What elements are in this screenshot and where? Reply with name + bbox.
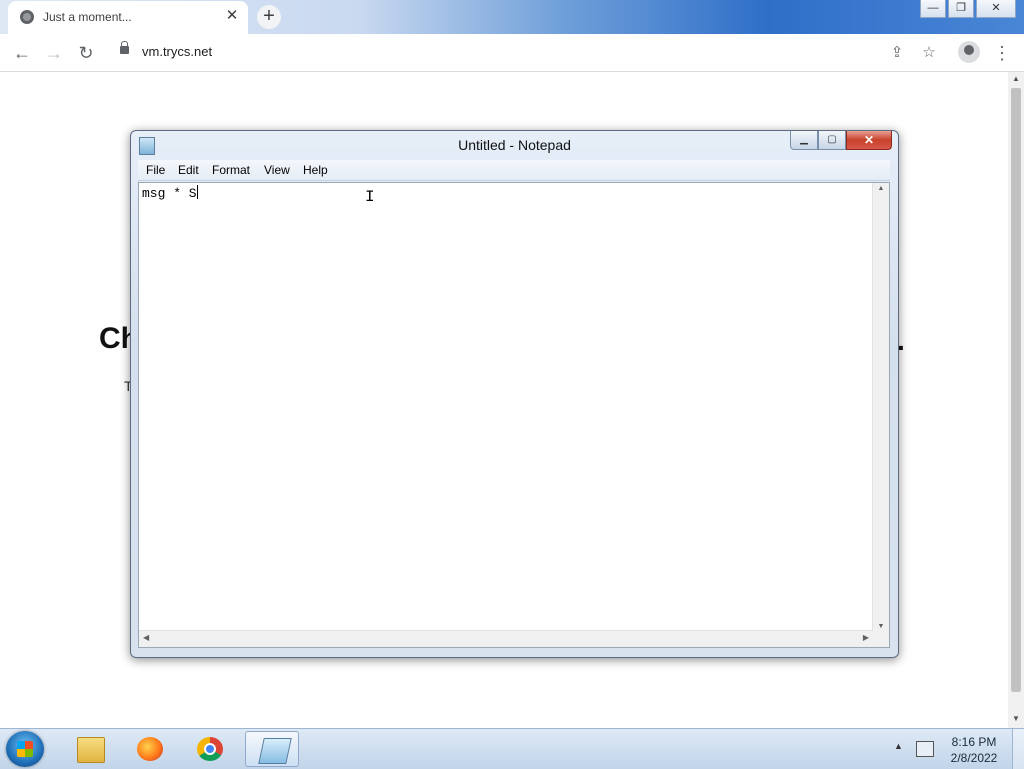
browser-toolbar: ← → ↻ vm.trycs.net ⇪ ☆ ⋮	[0, 34, 1024, 72]
taskbar-clock[interactable]: 8:16 PM 2/8/2022	[944, 734, 1004, 766]
globe-icon	[20, 10, 34, 24]
address-bar[interactable]: vm.trycs.net	[142, 44, 212, 59]
browser-menu-icon[interactable]: ⋮	[991, 42, 1013, 64]
browser-window-controls: — ❐ ✕	[920, 0, 1016, 18]
tray-expand-icon[interactable]: ▲	[894, 741, 903, 751]
notepad-window: Untitled - Notepad ▁ ▢ ✕ File Edit Forma…	[130, 130, 899, 658]
scroll-up-arrow-icon[interactable]: ▲	[1008, 74, 1024, 83]
network-icon[interactable]	[916, 741, 934, 757]
new-tab-button[interactable]: +	[257, 5, 281, 29]
notepad-minimize-button[interactable]: ▁	[790, 131, 818, 150]
text-caret	[196, 185, 198, 199]
menu-format[interactable]: Format	[212, 163, 250, 177]
notepad-icon	[258, 738, 292, 764]
taskbar-file-explorer[interactable]	[62, 731, 116, 767]
menu-help[interactable]: Help	[303, 163, 328, 177]
menu-view[interactable]: View	[264, 163, 290, 177]
bookmark-star-icon[interactable]: ☆	[918, 42, 940, 64]
back-icon[interactable]: ←	[10, 41, 34, 65]
notepad-vertical-scrollbar[interactable]: ▲ ▼	[872, 183, 889, 632]
browser-tab[interactable]: Just a moment... ✕	[8, 1, 248, 34]
browser-close-button[interactable]: ✕	[976, 0, 1016, 18]
taskbar: ▲ 8:16 PM 2/8/2022	[0, 728, 1024, 769]
start-button[interactable]	[6, 731, 44, 767]
lock-icon[interactable]	[120, 41, 129, 54]
browser-minimize-button[interactable]: —	[920, 0, 946, 18]
notepad-horizontal-scrollbar[interactable]: ◀ ▶	[139, 630, 873, 647]
taskbar-firefox[interactable]	[122, 731, 176, 767]
windows-logo-icon	[17, 741, 33, 757]
share-icon[interactable]: ⇪	[886, 42, 908, 64]
scroll-down-arrow-icon[interactable]: ▼	[1008, 714, 1024, 723]
tab-close-icon[interactable]: ✕	[223, 7, 241, 25]
resize-grip-icon[interactable]	[873, 631, 889, 647]
menu-edit[interactable]: Edit	[178, 163, 199, 177]
firefox-icon	[137, 737, 163, 761]
menu-file[interactable]: File	[146, 163, 165, 177]
reload-icon[interactable]: ↻	[74, 41, 98, 65]
page-scrollbar[interactable]: ▲ ▼	[1008, 72, 1024, 728]
browser-restore-button[interactable]: ❐	[948, 0, 974, 18]
page-scrollbar-thumb[interactable]	[1011, 88, 1021, 692]
taskbar-notepad[interactable]	[245, 731, 299, 767]
clock-time: 8:16 PM	[951, 735, 997, 749]
folder-icon	[77, 737, 105, 763]
notepad-close-button[interactable]: ✕	[846, 131, 892, 150]
notepad-content: msg * S	[142, 186, 197, 201]
scroll-left-arrow-icon[interactable]: ◀	[143, 633, 149, 642]
show-desktop-button[interactable]	[1012, 729, 1024, 769]
forward-icon[interactable]: →	[42, 41, 66, 65]
taskbar-chrome[interactable]	[182, 731, 236, 767]
ibeam-cursor-icon: I	[365, 188, 375, 206]
notepad-caption-buttons: ▁ ▢ ✕	[790, 131, 892, 150]
clock-date: 2/8/2022	[950, 751, 998, 765]
scroll-up-arrow-icon[interactable]: ▲	[873, 185, 889, 192]
tab-title: Just a moment...	[43, 10, 132, 24]
notepad-menubar: File Edit Format View Help	[138, 160, 890, 181]
chrome-icon	[197, 737, 223, 761]
notepad-text-area[interactable]: msg * S ▲ ▼ ◀ ▶	[138, 182, 890, 648]
notepad-title: Untitled - Notepad	[458, 137, 571, 153]
notepad-maximize-button[interactable]: ▢	[818, 131, 846, 150]
scroll-down-arrow-icon[interactable]: ▼	[873, 623, 889, 630]
scroll-right-arrow-icon[interactable]: ▶	[863, 633, 869, 642]
profile-avatar-icon[interactable]	[958, 41, 980, 63]
browser-tabstrip: Just a moment... ✕ + — ❐ ✕	[0, 0, 1024, 34]
